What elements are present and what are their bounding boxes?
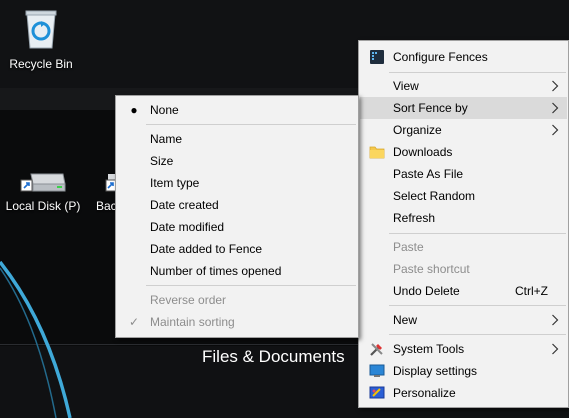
desktop-icon-label: Local Disk (P) — [5, 199, 81, 213]
sort-option-size[interactable]: Size — [117, 150, 357, 172]
menu-item-paste-as-file[interactable]: Paste As File — [360, 163, 567, 185]
desktop-icon-local-disk[interactable]: Local Disk (P) — [2, 168, 84, 213]
chevron-right-icon — [552, 343, 559, 355]
menu-item-configure-fences[interactable]: Configure Fences — [360, 46, 567, 68]
menu-separator — [389, 334, 566, 335]
menu-item-label: Paste — [393, 240, 424, 254]
fences-icon — [370, 50, 384, 64]
personalize-icon — [369, 386, 385, 399]
sort-option-label: Number of times opened — [150, 264, 282, 278]
menu-item-shortcut: Ctrl+Z — [515, 284, 548, 298]
menu-separator — [146, 124, 356, 125]
desktop-icon-recycle-bin[interactable]: Recycle Bin — [4, 6, 78, 71]
menu-item-label: Refresh — [393, 211, 436, 225]
menu-item-display-settings[interactable]: Display settings — [360, 360, 567, 382]
sort-option-reverse-order[interactable]: Reverse order — [117, 289, 357, 311]
menu-item-label: Personalize — [393, 386, 456, 400]
radio-bullet-icon: ● — [130, 103, 138, 117]
menu-item-view[interactable]: View — [360, 75, 567, 97]
sort-option-date-modified[interactable]: Date modified — [117, 216, 357, 238]
menu-separator — [389, 72, 566, 73]
sort-option-number-of-times-opened[interactable]: Number of times opened — [117, 260, 357, 282]
menu-separator — [389, 233, 566, 234]
menu-item-label: Configure Fences — [393, 50, 488, 64]
chevron-right-icon — [552, 80, 559, 92]
menu-item-system-tools[interactable]: System Tools — [360, 338, 567, 360]
menu-item-label: Downloads — [393, 145, 453, 159]
drive-icon — [105, 174, 116, 192]
sort-option-label: Maintain sorting — [150, 315, 235, 329]
menu-item-new[interactable]: New — [360, 309, 567, 331]
sort-option-label: Reverse order — [150, 293, 227, 307]
desktop-icon-label: Backup — [96, 199, 116, 213]
fence-title[interactable]: Files & Documents — [202, 347, 345, 367]
menu-item-label: Display settings — [393, 364, 478, 378]
chevron-right-icon — [552, 102, 559, 114]
menu-item-paste[interactable]: Paste — [360, 236, 567, 258]
sort-option-maintain-sorting[interactable]: ✓ Maintain sorting — [117, 311, 357, 333]
display-icon — [369, 364, 385, 377]
folder-icon — [369, 146, 385, 159]
sort-option-label: Size — [150, 154, 174, 168]
sort-option-label: Date added to Fence — [150, 242, 263, 256]
sort-option-item-type[interactable]: Item type — [117, 172, 357, 194]
sort-option-none[interactable]: ● None — [117, 99, 357, 121]
desktop-context-menu: Configure Fences View Sort Fence by Orga… — [358, 40, 569, 408]
menu-item-label: Paste shortcut — [393, 262, 470, 276]
sort-option-label: None — [150, 103, 179, 117]
sort-option-date-added-to-fence[interactable]: Date added to Fence — [117, 238, 357, 260]
menu-item-label: Select Random — [393, 189, 476, 203]
desktop-icon-label: Recycle Bin — [9, 57, 73, 71]
menu-item-personalize[interactable]: Personalize — [360, 382, 567, 404]
menu-separator — [389, 305, 566, 306]
sort-option-name[interactable]: Name — [117, 128, 357, 150]
menu-item-undo-delete[interactable]: Undo Delete Ctrl+Z — [360, 280, 567, 302]
checkmark-icon: ✓ — [128, 315, 140, 329]
menu-item-organize[interactable]: Organize — [360, 119, 567, 141]
menu-item-select-random[interactable]: Select Random — [360, 185, 567, 207]
drive-icon — [20, 173, 66, 192]
chevron-right-icon — [552, 314, 559, 326]
recycle-bin-icon — [25, 10, 57, 49]
sort-option-label: Item type — [150, 176, 200, 190]
menu-item-paste-shortcut[interactable]: Paste shortcut — [360, 258, 567, 280]
menu-item-label: Sort Fence by — [393, 101, 468, 115]
sort-option-label: Name — [150, 132, 183, 146]
sort-option-label: Date modified — [150, 220, 225, 234]
sort-option-label: Date created — [150, 198, 219, 212]
menu-item-label: Organize — [393, 123, 442, 137]
menu-item-label: Undo Delete — [393, 284, 460, 298]
chevron-right-icon — [552, 124, 559, 136]
menu-item-label: System Tools — [393, 342, 465, 356]
menu-item-label: New — [393, 313, 418, 327]
sort-option-date-created[interactable]: Date created — [117, 194, 357, 216]
menu-item-label: Paste As File — [393, 167, 464, 181]
menu-item-downloads[interactable]: Downloads — [360, 141, 567, 163]
menu-item-sort-fence-by[interactable]: Sort Fence by — [360, 97, 567, 119]
menu-item-label: View — [393, 79, 419, 93]
sort-fence-submenu: ● None Name Size Item type Date created … — [115, 95, 359, 338]
desktop-icon-backup[interactable]: Backup — [96, 168, 116, 213]
menu-separator — [146, 285, 356, 286]
tools-icon — [370, 343, 383, 356]
menu-item-refresh[interactable]: Refresh — [360, 207, 567, 229]
